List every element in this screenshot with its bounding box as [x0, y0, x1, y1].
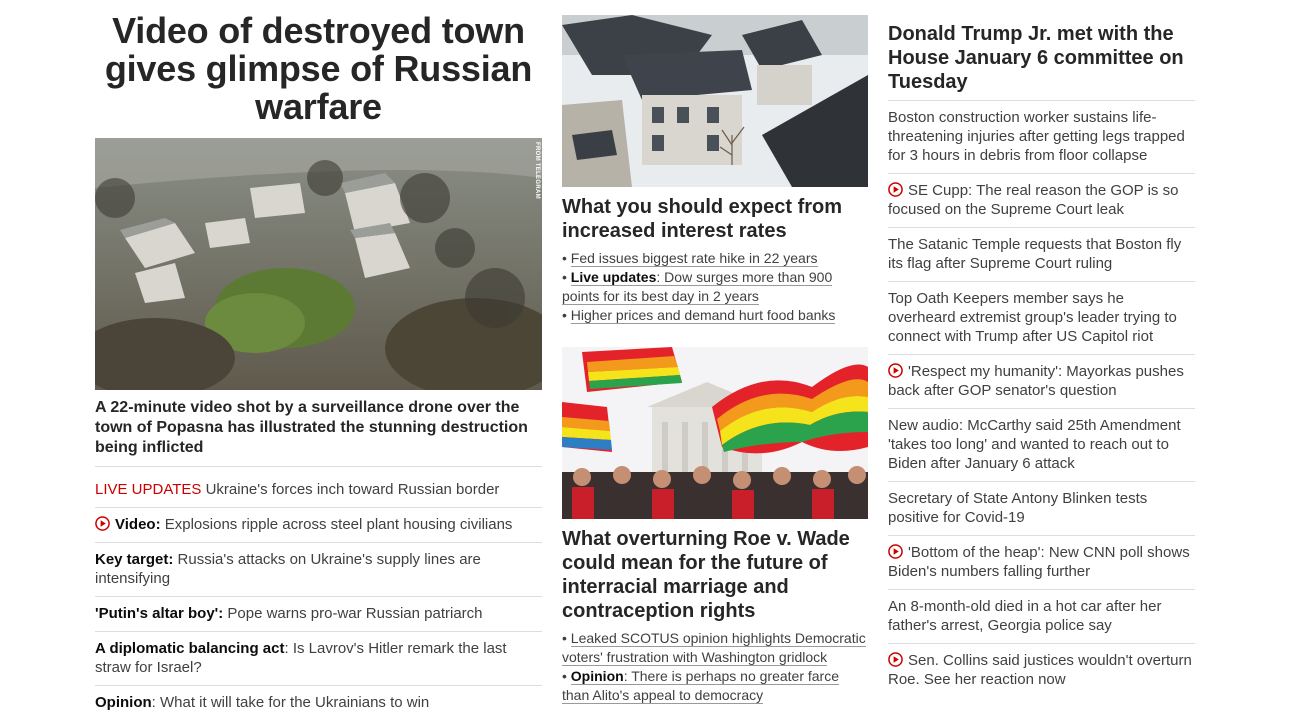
right-column: Donald Trump Jr. met with the House Janu…	[888, 0, 1195, 697]
rates-headline[interactable]: What you should expect from increased in…	[562, 195, 868, 243]
list-item[interactable]: Sen. Collins said justices wouldn't over…	[888, 644, 1195, 697]
list-item[interactable]: • Fed issues biggest rate hike in 22 yea…	[562, 249, 868, 268]
houses-snow-image[interactable]	[562, 15, 868, 187]
list-item[interactable]: • Live updates: Dow surges more than 900…	[562, 268, 868, 306]
lead-headline[interactable]: Video of destroyed town gives glimpse of…	[95, 12, 542, 126]
list-item[interactable]: Top Oath Keepers member says he overhear…	[888, 282, 1195, 355]
list-item[interactable]: Video: Explosions ripple across steel pl…	[95, 508, 542, 543]
play-icon	[95, 516, 110, 531]
play-icon	[888, 544, 903, 559]
list-item[interactable]: • Opinion: There is perhaps no greater f…	[562, 667, 868, 705]
lead-related-list: LIVE UPDATES Ukraine's forces inch towar…	[95, 473, 542, 720]
list-item[interactable]: The Satanic Temple requests that Boston …	[888, 228, 1195, 282]
list-item[interactable]: Boston construction worker sustains life…	[888, 101, 1195, 174]
list-item[interactable]: • Higher prices and demand hurt food ban…	[562, 306, 868, 325]
list-item[interactable]: A diplomatic balancing act: Is Lavrov's …	[95, 632, 542, 686]
middle-column: What you should expect from increased in…	[562, 0, 868, 705]
list-item[interactable]: An 8-month-old died in a hot car after h…	[888, 590, 1195, 644]
play-icon	[888, 363, 903, 378]
pride-flags-image[interactable]	[562, 347, 868, 519]
list-item[interactable]: SE Cupp: The real reason the GOP is so f…	[888, 174, 1195, 228]
lead-story-column: Video of destroyed town gives glimpse of…	[95, 0, 542, 720]
play-icon	[888, 182, 903, 197]
lead-summary[interactable]: A 22-minute video shot by a surveillance…	[95, 398, 542, 467]
list-item[interactable]: • Leaked SCOTUS opinion highlights Democ…	[562, 629, 868, 667]
headline-list: Boston construction worker sustains life…	[888, 101, 1195, 697]
list-item[interactable]: Secretary of State Antony Blinken tests …	[888, 482, 1195, 536]
rates-bullet-list: • Fed issues biggest rate hike in 22 yea…	[562, 249, 868, 325]
lead-image-destroyed-town[interactable]: FROM TELEGRAM	[95, 138, 542, 390]
list-item[interactable]: 'Respect my humanity': Mayorkas pushes b…	[888, 355, 1195, 409]
list-item[interactable]: New audio: McCarthy said 25th Amendment …	[888, 409, 1195, 482]
list-item[interactable]: 'Putin's altar boy': Pope warns pro-war …	[95, 597, 542, 632]
list-item[interactable]: 'Bottom of the heap': New CNN poll shows…	[888, 536, 1195, 590]
trump-jr-headline[interactable]: Donald Trump Jr. met with the House Janu…	[888, 22, 1195, 101]
list-item[interactable]: LIVE UPDATES Ukraine's forces inch towar…	[95, 473, 542, 508]
play-icon	[888, 652, 903, 667]
roe-bullet-list: • Leaked SCOTUS opinion highlights Democ…	[562, 629, 868, 705]
roe-headline[interactable]: What overturning Roe v. Wade could mean …	[562, 527, 868, 623]
list-item[interactable]: Opinion: What it will take for the Ukrai…	[95, 686, 542, 720]
image-credit: FROM TELEGRAM	[534, 142, 540, 199]
list-item[interactable]: Key target: Russia's attacks on Ukraine'…	[95, 543, 542, 597]
